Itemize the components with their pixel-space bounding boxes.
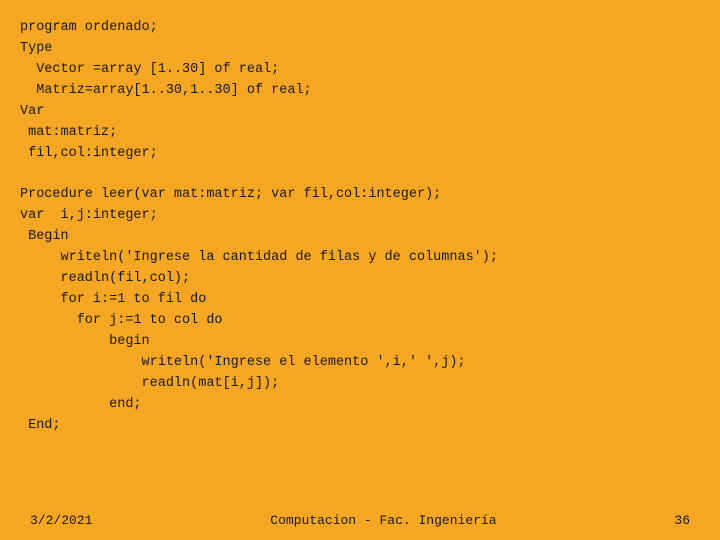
- code-line-7: fil,col:integer;: [20, 146, 158, 161]
- code-line-17: writeln('Ingrese el elemento ',i,' ',j);: [20, 355, 466, 370]
- code-line-3: Vector =array [1..30] of real;: [20, 62, 279, 77]
- code-line-9: Procedure leer(var mat:matriz; var fil,c…: [20, 187, 441, 202]
- code-line-18: readln(mat[i,j]);: [20, 376, 279, 391]
- code-line-13: readln(fil,col);: [20, 271, 190, 286]
- footer: 3/2/2021 Computacion - Fac. Ingeniería 3…: [0, 505, 720, 540]
- code-line-6: mat:matriz;: [20, 125, 117, 140]
- code-line-4: Matriz=array[1..30,1..30] of real;: [20, 83, 312, 98]
- code-line-11: Begin: [20, 229, 69, 244]
- footer-date: 3/2/2021: [30, 513, 92, 528]
- code-line-12: writeln('Ingrese la cantidad de filas y …: [20, 250, 498, 265]
- footer-page: 36: [674, 513, 690, 528]
- code-area: program ordenado; Type Vector =array [1.…: [0, 0, 720, 505]
- code-line-10: var i,j:integer;: [20, 208, 158, 223]
- slide: program ordenado; Type Vector =array [1.…: [0, 0, 720, 540]
- code-line-2: Type: [20, 41, 52, 56]
- code-line-16: begin: [20, 334, 150, 349]
- code-line-14: for i:=1 to fil do: [20, 292, 206, 307]
- code-block: program ordenado; Type Vector =array [1.…: [20, 18, 700, 436]
- code-line-19: end;: [20, 397, 142, 412]
- footer-title: Computacion - Fac. Ingeniería: [270, 513, 496, 528]
- code-line-1: program ordenado;: [20, 20, 158, 35]
- code-line-15: for j:=1 to col do: [20, 313, 223, 328]
- code-line-20: End;: [20, 418, 61, 433]
- code-line-5: Var: [20, 104, 44, 119]
